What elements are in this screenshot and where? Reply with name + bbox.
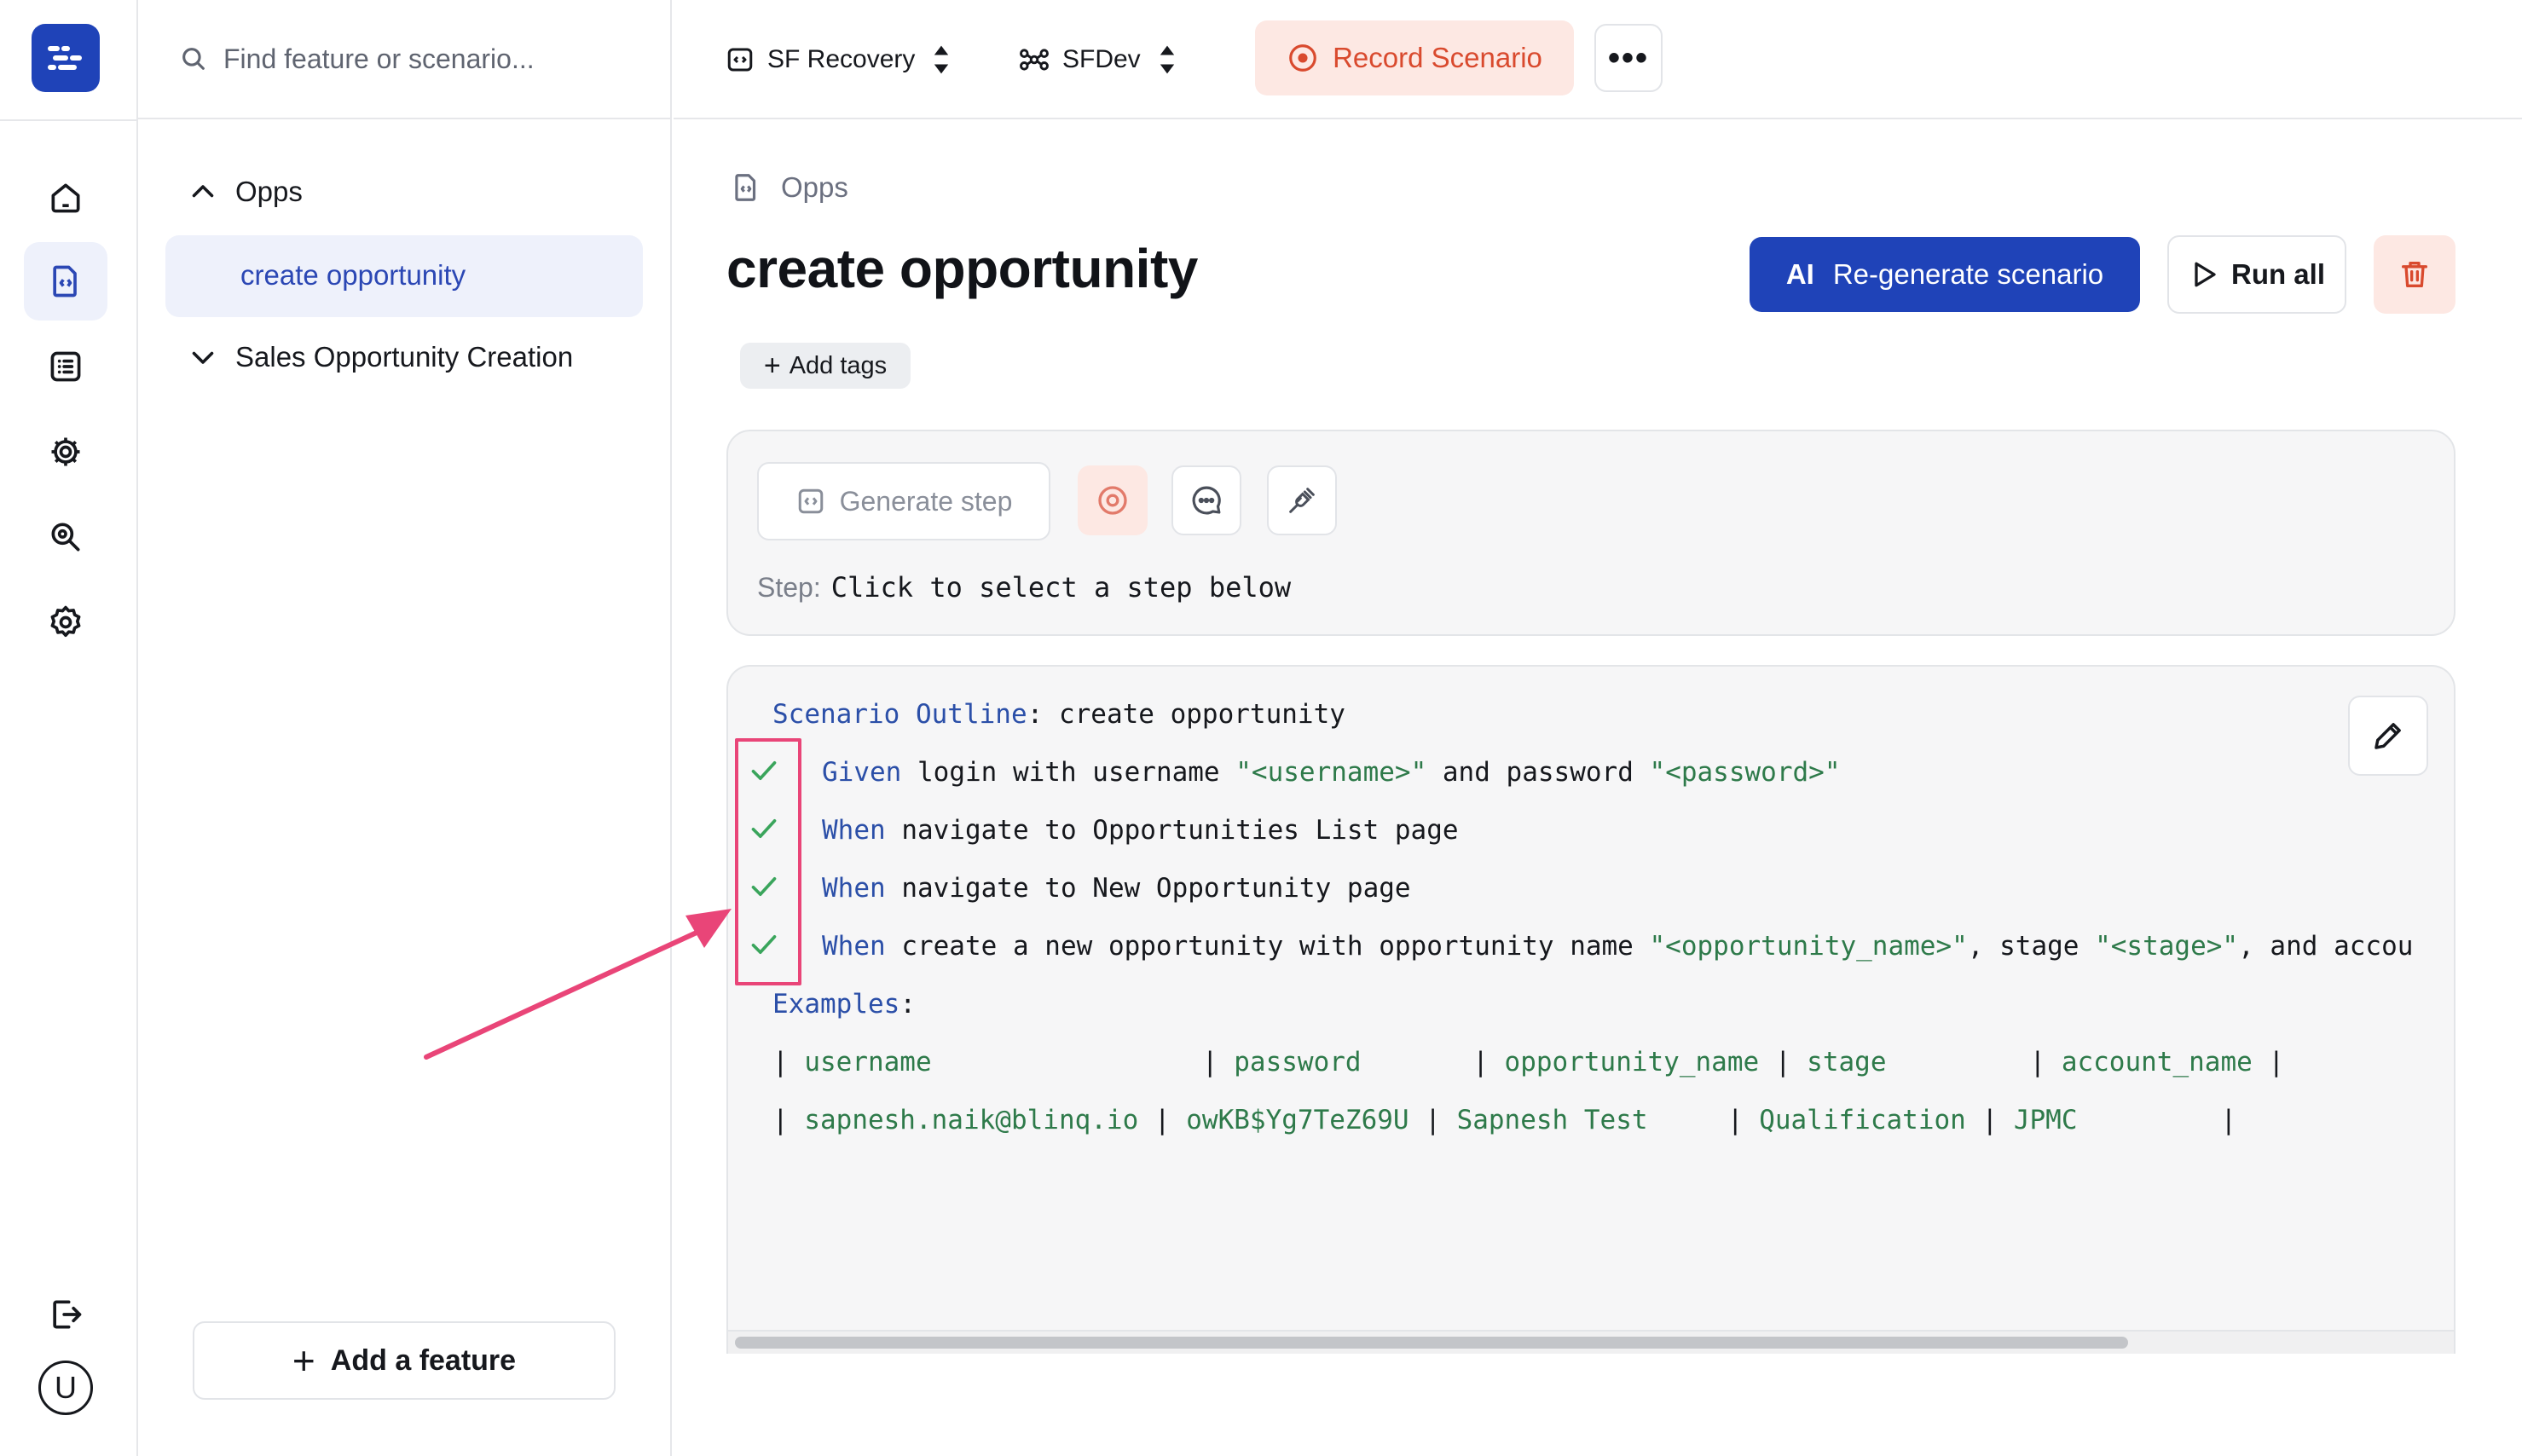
annotation-arrow [424, 909, 732, 1060]
